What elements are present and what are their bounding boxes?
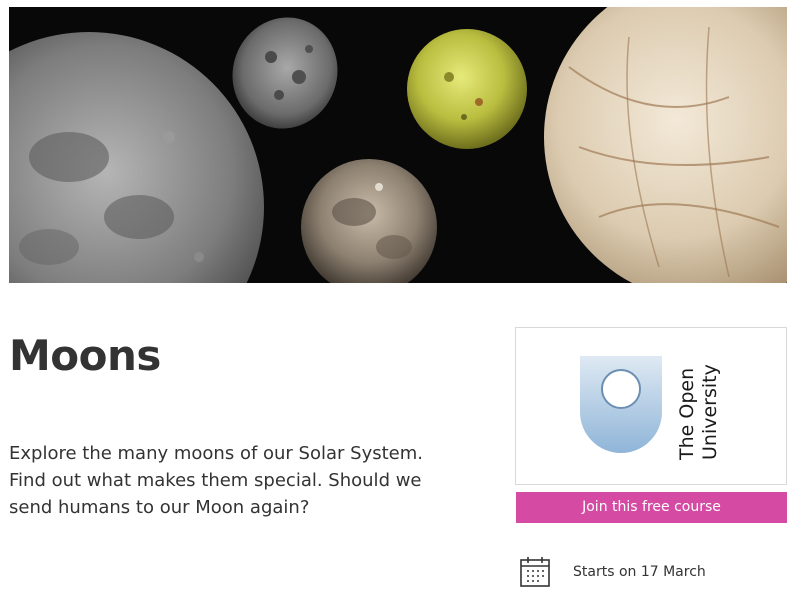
course-title: Moons xyxy=(9,331,161,380)
provider-logo-card[interactable]: The Open University xyxy=(515,327,787,485)
start-date-text: Starts on 17 March xyxy=(573,564,706,580)
course-description: Explore the many moons of our Solar Syst… xyxy=(9,440,499,521)
open-university-logo xyxy=(580,356,662,453)
join-course-button[interactable]: Join this free course xyxy=(516,492,787,523)
hero-image xyxy=(9,7,787,283)
wordmark-line: The Open xyxy=(676,367,698,460)
moon-io xyxy=(407,29,527,149)
description-line: Find out what makes them special. Should… xyxy=(9,470,422,491)
course-page: Moons Explore the many moons of our Sola… xyxy=(0,0,800,591)
wordmark-line: University xyxy=(699,364,721,460)
provider-wordmark: The Open University xyxy=(676,350,730,460)
calendar-icon xyxy=(520,557,550,587)
start-date: Starts on 17 March xyxy=(519,555,789,589)
description-line: send humans to our Moon again? xyxy=(9,497,310,518)
description-line: Explore the many moons of our Solar Syst… xyxy=(9,443,423,464)
